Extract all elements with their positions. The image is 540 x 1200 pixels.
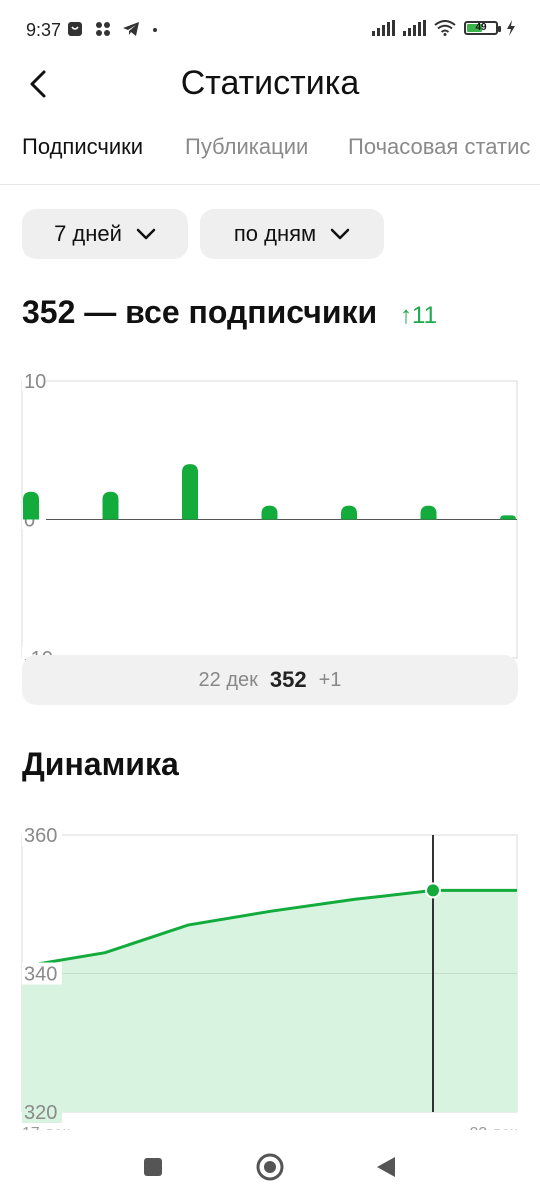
wifi-icon	[434, 20, 456, 36]
tab-bar: Подписчики Публикации Почасовая статис	[0, 128, 540, 185]
subscribers-delta: ↑11	[400, 302, 437, 329]
recents-button[interactable]	[143, 1157, 163, 1177]
subscribers-total: 352	[22, 294, 76, 330]
subscribers-bar-chart[interactable]: 100-10	[0, 355, 540, 660]
battery-icon: 49	[464, 21, 501, 35]
summary-change: +1	[318, 668, 342, 691]
subscribers-label: — все подписчики	[84, 294, 378, 330]
area-fill	[22, 890, 517, 1112]
battery-level: 49	[475, 22, 487, 33]
y-tick-label: 320	[24, 1102, 57, 1124]
dynamics-area-chart[interactable]: 36034032017 дек23 дек	[0, 810, 540, 1135]
period-dropdown-label: 7 дней	[54, 221, 122, 246]
selected-day-summary: 22 дек 352 +1	[22, 655, 518, 705]
chevron-down-icon	[136, 228, 156, 240]
grouping-dropdown[interactable]: по дням	[200, 209, 384, 259]
summary-value: 352	[269, 667, 307, 692]
charging-icon	[507, 20, 515, 36]
dynamics-title: Динамика	[22, 746, 179, 782]
summary-date: 22 дек	[198, 668, 258, 691]
system-navigation-bar	[0, 1130, 540, 1200]
page-title: Статистика	[180, 64, 360, 102]
app-header: Статистика	[0, 50, 540, 116]
bar-0	[23, 491, 39, 520]
bar-2	[182, 464, 198, 520]
status-system-icons: 49	[372, 20, 516, 36]
bar-4	[341, 505, 357, 520]
bar-1	[102, 491, 119, 520]
tab-hourly-stats[interactable]: Почасовая статис	[348, 134, 530, 160]
back-nav-button[interactable]	[375, 1155, 397, 1179]
subscribers-headline: 352 — все подписчики	[22, 294, 377, 331]
highlight-point	[427, 884, 439, 897]
grouping-dropdown-label: по дням	[233, 221, 317, 246]
tab-publications[interactable]: Публикации	[185, 134, 308, 160]
chevron-down-icon	[330, 228, 350, 240]
bar-3	[261, 505, 278, 520]
signal-icon	[372, 20, 395, 36]
bar-5	[420, 505, 437, 520]
bar-6	[500, 515, 516, 520]
y-tick-label: 340	[24, 964, 57, 986]
status-notification-icons	[66, 20, 160, 38]
y-tick-label: 360	[24, 825, 57, 847]
telegram-icon	[123, 22, 139, 36]
y-tick-label: 10	[24, 371, 46, 393]
shopping-bag-icon	[68, 22, 82, 36]
grid-app-icon	[96, 22, 110, 36]
home-button[interactable]	[256, 1153, 284, 1181]
dot-icon	[153, 28, 157, 32]
signal-icon-2	[403, 20, 426, 36]
tab-subscribers[interactable]: Подписчики	[22, 134, 143, 160]
period-dropdown[interactable]: 7 дней	[22, 209, 188, 259]
status-time: 9:37	[26, 20, 62, 40]
